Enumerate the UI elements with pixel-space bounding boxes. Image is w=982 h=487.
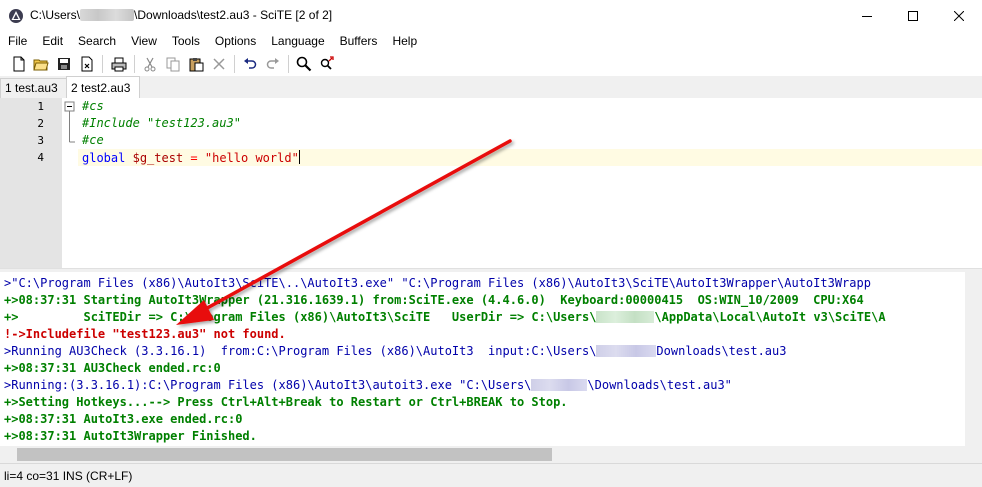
output-line: >Running AU3Check (3.3.16.1) from:C:\Pro…: [4, 344, 786, 358]
status-text: li=4 co=31 INS (CR+LF): [4, 469, 133, 483]
status-bar: li=4 co=31 INS (CR+LF): [0, 463, 982, 487]
menu-search[interactable]: Search: [70, 31, 123, 51]
code-line-1: #cs: [82, 99, 104, 113]
open-button[interactable]: [32, 55, 50, 73]
menu-edit[interactable]: Edit: [34, 31, 70, 51]
redacted-username: [531, 379, 588, 391]
output-error-line: !->Includefile "test123.au3" not found.: [4, 327, 286, 341]
code-editor[interactable]: 1 2 3 4 #cs #Include "test123.au3" #ce g…: [0, 98, 982, 268]
output-segment: Downloads\test.au3: [656, 344, 787, 358]
operator: =: [190, 151, 198, 165]
line-number-gutter: 1 2 3 4: [0, 98, 62, 268]
toolbar-separator: [134, 55, 135, 73]
line-number: 1: [37, 100, 44, 113]
maximize-button[interactable]: [890, 0, 936, 31]
paste-button[interactable]: [187, 55, 205, 73]
find-icon: [296, 56, 312, 72]
output-line: +>Setting Hotkeys...--> Press Ctrl+Alt+B…: [4, 395, 568, 409]
title-suffix: \Downloads\test2.au3 - SciTE [2 of 2]: [134, 8, 333, 22]
line-number: 4: [37, 151, 44, 164]
menu-file[interactable]: File: [0, 31, 34, 51]
fold-margin[interactable]: [62, 98, 78, 268]
copy-button[interactable]: [164, 55, 182, 73]
replace-button[interactable]: [318, 55, 336, 73]
menu-tools[interactable]: Tools: [164, 31, 207, 51]
open-folder-icon: [33, 59, 49, 71]
menu-bar: File Edit Search View Tools Options Lang…: [0, 31, 982, 51]
menu-help[interactable]: Help: [384, 31, 424, 51]
close-button[interactable]: [936, 0, 982, 31]
menu-view[interactable]: View: [123, 31, 164, 51]
close-icon: [954, 10, 964, 21]
undo-icon: [244, 58, 257, 69]
output-segment: \AppData\Local\AutoIt v3\SciTE\A: [654, 310, 886, 324]
output-horizontal-scrollbar[interactable]: [0, 446, 965, 463]
delete-icon: [213, 58, 225, 70]
redo-button[interactable]: [264, 55, 282, 73]
code-line-4: global $g_test = "hello world": [82, 150, 300, 165]
copy-icon: [166, 57, 179, 71]
maximize-icon: [908, 10, 918, 21]
output-segment: >Running AU3Check (3.3.16.1) from:C:\Pro…: [4, 344, 597, 358]
replace-icon: [320, 56, 334, 70]
output-line: +>08:37:31 Starting AutoIt3Wrapper (21.3…: [4, 293, 864, 307]
toolbar-separator: [288, 55, 289, 73]
print-button[interactable]: [110, 55, 128, 73]
keyword-global: global: [82, 151, 126, 165]
output-line: +>08:37:31 AutoIt3Wrapper Finished.: [4, 429, 257, 443]
fold-minus-icon[interactable]: [62, 98, 78, 148]
output-vertical-scrollbar[interactable]: [965, 272, 982, 446]
line-number: 3: [37, 134, 44, 147]
save-icon: [58, 58, 70, 70]
menu-buffers[interactable]: Buffers: [332, 31, 385, 51]
tab-test2-au3[interactable]: 2 test2.au3: [66, 76, 140, 98]
output-line: >"C:\Program Files (x86)\AutoIt3\SciTE\.…: [4, 276, 871, 290]
output-line: >Running:(3.3.16.1):C:\Program Files (x8…: [4, 378, 732, 392]
title-bar: C:\Users\ \Downloads\test2.au3 - SciTE [2…: [0, 0, 982, 32]
toolbar-separator: [102, 55, 103, 73]
string-literal: "hello world": [204, 151, 299, 165]
print-icon: [111, 57, 127, 71]
output-line: +>08:37:31 AutoIt3.exe ended.rc:0: [4, 412, 243, 426]
redacted-username: [596, 345, 657, 357]
undo-button[interactable]: [241, 55, 259, 73]
scrollbar-corner: [965, 446, 982, 463]
delete-button[interactable]: [210, 55, 228, 73]
variable-name: $g_test: [132, 151, 184, 165]
new-file-button[interactable]: [10, 55, 28, 73]
toolbar: [0, 52, 982, 77]
code-line-3: #ce: [82, 133, 104, 147]
text-caret: [298, 150, 300, 164]
minimize-icon: [862, 15, 872, 17]
close-file-button[interactable]: [78, 55, 96, 73]
redacted-username: [596, 311, 655, 323]
output-pane[interactable]: >"C:\Program Files (x86)\AutoIt3\SciTE\.…: [0, 272, 965, 446]
window-title: C:\Users\ \Downloads\test2.au3 - SciTE [2…: [30, 8, 332, 22]
title-prefix: C:\Users\: [30, 8, 81, 22]
menu-language[interactable]: Language: [263, 31, 331, 51]
find-button[interactable]: [295, 55, 313, 73]
new-file-icon: [13, 56, 25, 72]
save-button[interactable]: [55, 55, 73, 73]
tab-bar: 1 test.au3 2 test2.au3: [0, 76, 982, 99]
menu-options[interactable]: Options: [207, 31, 263, 51]
output-segment: >Running:(3.3.16.1):C:\Program Files (x8…: [4, 378, 532, 392]
output-segment: \Downloads\test.au3": [587, 378, 732, 392]
output-segment: +> SciTEDir => C:\Program Files (x86)\Au…: [4, 310, 597, 324]
tab-test-au3[interactable]: 1 test.au3: [0, 78, 67, 98]
paste-icon: [189, 57, 203, 71]
toolbar-separator: [234, 55, 235, 73]
line-number: 2: [37, 117, 44, 130]
redo-icon: [266, 58, 279, 69]
output-line: +>08:37:31 AU3Check ended.rc:0: [4, 361, 221, 375]
scrollbar-thumb[interactable]: [17, 448, 552, 461]
app-icon: [9, 9, 23, 23]
cut-button[interactable]: [141, 55, 159, 73]
cut-icon: [144, 57, 156, 71]
redacted-username: [80, 9, 135, 21]
code-line-2: #Include "test123.au3": [82, 116, 241, 130]
close-file-icon: [81, 56, 93, 72]
output-line: +> SciTEDir => C:\Program Files (x86)\Au…: [4, 310, 886, 324]
minimize-button[interactable]: [844, 0, 890, 31]
